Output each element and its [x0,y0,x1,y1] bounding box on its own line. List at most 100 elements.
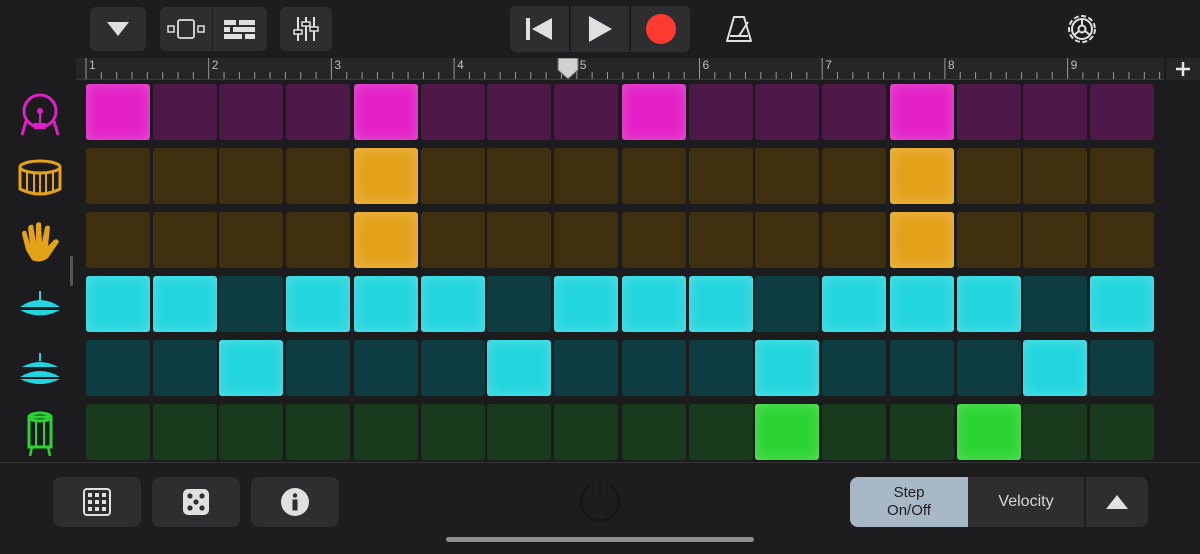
step-cell-off[interactable] [420,212,485,268]
step-cell-off[interactable] [821,212,886,268]
step-cell-off[interactable] [755,212,819,268]
step-cell-on[interactable] [890,276,954,332]
step-cell-off[interactable] [688,148,753,204]
step-cell-off[interactable] [821,148,886,204]
step-cell-off[interactable] [285,404,350,460]
step-cell-off[interactable] [821,404,886,460]
expand-modes-button[interactable] [1086,477,1148,527]
step-cell-off[interactable] [553,404,618,460]
step-cell-on[interactable] [354,84,418,140]
step-cell-off[interactable] [86,340,150,396]
step-cell-off[interactable] [219,212,283,268]
step-cell-on[interactable] [890,148,954,204]
step-cell-on[interactable] [152,276,217,332]
step-cell-off[interactable] [622,212,686,268]
step-cell-off[interactable] [1023,84,1087,140]
power-button[interactable] [576,475,624,523]
track-scroll-handle[interactable] [70,256,73,286]
step-cell-on[interactable] [956,404,1021,460]
step-cell-off[interactable] [890,404,954,460]
step-cell-on[interactable] [821,276,886,332]
step-cell-off[interactable] [152,404,217,460]
track-header-kick[interactable] [0,82,80,146]
step-on-off-mode-button[interactable]: Step On/Off [850,477,968,527]
step-cell-off[interactable] [1023,148,1087,204]
step-cell-off[interactable] [956,148,1021,204]
step-cell-off[interactable] [755,276,819,332]
step-cell-on[interactable] [354,148,418,204]
mixer-button[interactable] [280,7,332,51]
metronome-button[interactable] [715,7,763,51]
step-cell-off[interactable] [1023,276,1087,332]
step-cell-on[interactable] [890,212,954,268]
step-cell-on[interactable] [622,276,686,332]
step-cell-off[interactable] [152,148,217,204]
step-cell-off[interactable] [420,340,485,396]
step-cell-on[interactable] [1023,340,1087,396]
step-cell-off[interactable] [285,84,350,140]
track-view-button[interactable] [160,7,212,51]
play-button[interactable] [571,6,632,52]
step-cell-off[interactable] [1089,212,1154,268]
step-sequencer-view-button[interactable] [213,7,267,51]
step-cell-off[interactable] [219,404,283,460]
record-button[interactable] [631,6,690,52]
track-header-clap[interactable] [0,210,80,274]
track-header-snare[interactable] [0,146,80,210]
step-cell-off[interactable] [152,212,217,268]
step-cell-on[interactable] [553,276,618,332]
step-cell-off[interactable] [219,84,283,140]
step-cell-off[interactable] [956,84,1021,140]
step-cell-on[interactable] [219,340,283,396]
add-track-button[interactable] [1166,58,1200,80]
step-cell-off[interactable] [285,148,350,204]
step-cell-on[interactable] [890,84,954,140]
step-cell-off[interactable] [1089,404,1154,460]
step-cell-off[interactable] [622,148,686,204]
step-cell-off[interactable] [688,340,753,396]
settings-button[interactable] [1058,7,1106,51]
step-cell-off[interactable] [487,84,551,140]
step-cell-off[interactable] [956,340,1021,396]
step-cell-off[interactable] [553,212,618,268]
step-cell-off[interactable] [285,340,350,396]
step-cell-off[interactable] [152,84,217,140]
step-cell-off[interactable] [420,148,485,204]
track-header-closed-hihat[interactable] [0,274,80,338]
step-cell-on[interactable] [487,340,551,396]
step-cell-off[interactable] [622,404,686,460]
step-cell-off[interactable] [1089,84,1154,140]
step-cell-off[interactable] [688,84,753,140]
step-cell-off[interactable] [553,148,618,204]
step-cell-off[interactable] [1023,212,1087,268]
step-cell-on[interactable] [1089,276,1154,332]
browser-button[interactable] [90,7,146,51]
step-cell-off[interactable] [219,148,283,204]
randomize-button[interactable] [152,477,240,527]
step-cell-on[interactable] [86,276,150,332]
step-cell-off[interactable] [86,148,150,204]
step-cell-off[interactable] [86,212,150,268]
track-header-percussion[interactable] [0,402,80,466]
step-cell-off[interactable] [688,404,753,460]
info-button[interactable] [251,477,339,527]
step-cell-off[interactable] [821,340,886,396]
step-cell-on[interactable] [622,84,686,140]
step-cell-off[interactable] [86,404,150,460]
step-cell-on[interactable] [755,340,819,396]
step-cell-off[interactable] [487,148,551,204]
step-cell-off[interactable] [755,148,819,204]
step-cell-on[interactable] [354,276,418,332]
step-cell-off[interactable] [487,276,551,332]
step-cell-off[interactable] [420,404,485,460]
velocity-mode-button[interactable]: Velocity [968,477,1086,527]
step-cell-off[interactable] [821,84,886,140]
step-cell-off[interactable] [487,212,551,268]
home-indicator[interactable] [446,537,754,542]
step-cell-off[interactable] [890,340,954,396]
step-cell-on[interactable] [755,404,819,460]
step-cell-off[interactable] [1023,404,1087,460]
step-cell-off[interactable] [553,340,618,396]
step-cell-off[interactable] [354,340,418,396]
step-cell-on[interactable] [86,84,150,140]
